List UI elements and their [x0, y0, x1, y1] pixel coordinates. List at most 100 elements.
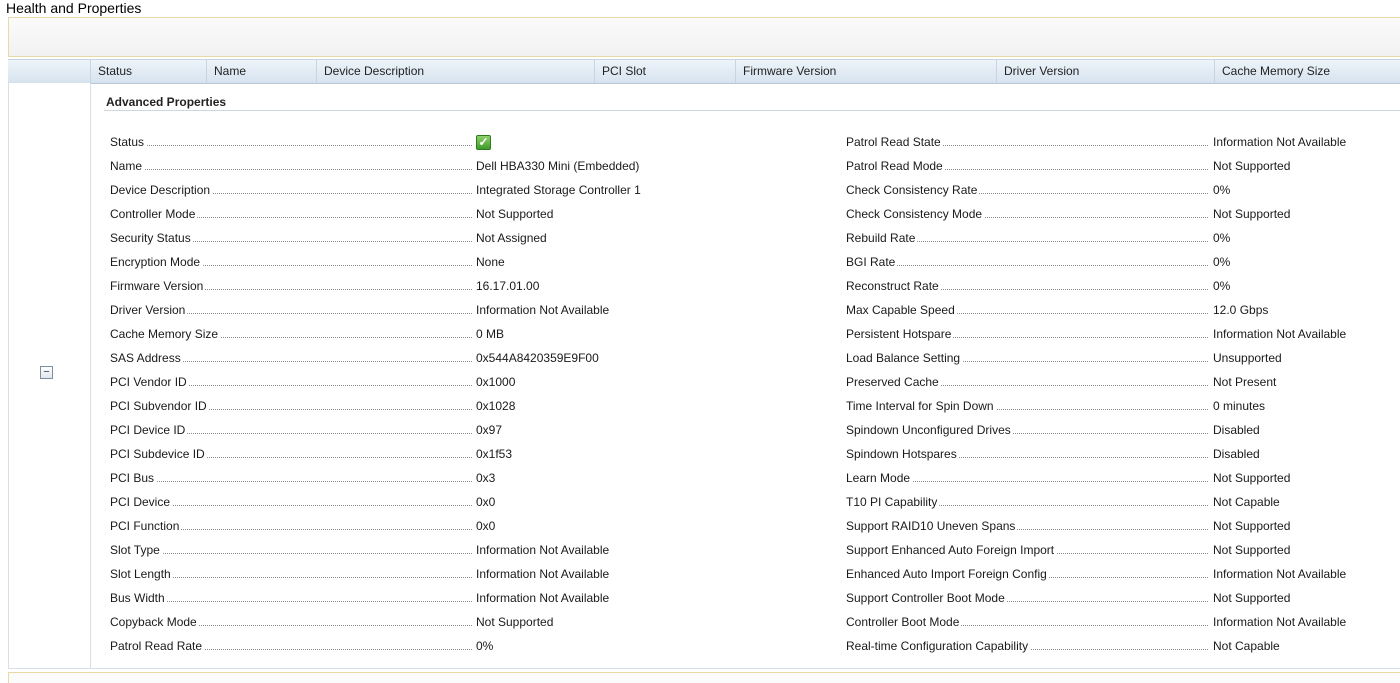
property-label: Check Consistency Mode	[846, 206, 985, 223]
property-value: 0x3	[476, 471, 496, 485]
property-value: 0x1f53	[476, 447, 513, 461]
property-label: PCI Device	[110, 494, 173, 511]
property-label: Max Capable Speed	[846, 302, 957, 319]
section-divider	[104, 110, 1400, 111]
property-label: Load Balance Setting	[846, 350, 963, 367]
property-label: Bus Width	[110, 590, 167, 607]
property-label: Patrol Read State	[846, 134, 943, 151]
property-label: Support RAID10 Uneven Spans	[846, 518, 1018, 535]
property-label: Slot Type	[110, 542, 162, 559]
next-row-box	[8, 672, 1400, 683]
property-label: Patrol Read Rate	[110, 638, 205, 655]
property-row: Reconstruct Rate 0%	[846, 278, 1400, 302]
property-value: Information Not Available	[1213, 327, 1347, 341]
property-row: Support Controller Boot Mode Not Supporte…	[846, 590, 1400, 614]
property-row: Time Interval for Spin Down 0 minutes	[846, 398, 1400, 422]
property-row: Controller Boot Mode Information Not Avai…	[846, 614, 1400, 638]
property-row: Slot Length Information Not Available	[110, 566, 810, 590]
property-row: Slot Type Information Not Available	[110, 542, 810, 566]
property-label: Name	[110, 158, 145, 175]
property-row: Real-time Configuration Capability Not Ca…	[846, 638, 1400, 662]
property-value: Dell HBA330 Mini (Embedded)	[476, 159, 640, 173]
property-row: SAS Address 0x544A8420359E9F00	[110, 350, 810, 374]
property-value: Information Not Available	[1213, 567, 1347, 581]
property-value: Information Not Available	[1213, 615, 1347, 629]
property-value: Not Supported	[1213, 207, 1291, 221]
property-value: 0%	[1213, 279, 1231, 293]
section-title: Advanced Properties	[106, 95, 227, 109]
property-row: Support Enhanced Auto Foreign Import Not …	[846, 542, 1400, 566]
property-value: Unsupported	[1213, 351, 1282, 365]
column-header-pci-slot[interactable]: PCI Slot	[594, 60, 735, 83]
property-row: Copyback Mode Not Supported	[110, 614, 810, 638]
property-value: Disabled	[1213, 447, 1260, 461]
property-row: Support RAID10 Uneven Spans Not Supported	[846, 518, 1400, 542]
status-ok-icon: ✓	[476, 135, 491, 150]
property-row: Status ✓	[110, 134, 810, 158]
property-row: PCI Vendor ID 0x1000	[110, 374, 810, 398]
property-label: Reconstruct Rate	[846, 278, 941, 295]
property-value: Not Supported	[1213, 591, 1291, 605]
property-value: None	[476, 255, 505, 269]
toolbar-box	[8, 17, 1400, 57]
column-header-firmware-version[interactable]: Firmware Version	[735, 60, 996, 83]
property-label: PCI Function	[110, 518, 182, 535]
property-value: Not Present	[1213, 375, 1277, 389]
property-value: Not Capable	[1213, 495, 1280, 509]
property-row: PCI Device 0x0	[110, 494, 810, 518]
page-title: Health and Properties	[6, 0, 142, 16]
property-value: Information Not Available	[476, 543, 610, 557]
property-row: Patrol Read Rate 0%	[110, 638, 810, 662]
property-label: Support Enhanced Auto Foreign Import	[846, 542, 1057, 559]
property-value: Information Not Available	[1213, 135, 1347, 149]
property-value: Not Supported	[1213, 159, 1291, 173]
leader-dots	[110, 169, 472, 170]
property-label: Encryption Mode	[110, 254, 203, 271]
property-row: PCI Bus 0x3	[110, 470, 810, 494]
property-label: Slot Length	[110, 566, 173, 583]
property-label: Support Controller Boot Mode	[846, 590, 1007, 607]
column-header-driver-version[interactable]: Driver Version	[996, 60, 1214, 83]
property-value: Not Capable	[1213, 639, 1280, 653]
property-value: Information Not Available	[476, 567, 610, 581]
property-row: Load Balance Setting Unsupported	[846, 350, 1400, 374]
property-label: Real-time Configuration Capability	[846, 638, 1031, 655]
property-row: Patrol Read State Information Not Availab…	[846, 134, 1400, 158]
column-header-device-description[interactable]: Device Description	[316, 60, 594, 83]
property-label: Security Status	[110, 230, 193, 247]
property-value: Information Not Available	[476, 591, 610, 605]
property-value: Integrated Storage Controller 1	[476, 183, 641, 197]
property-value: 0x1028	[476, 399, 516, 413]
property-row: Spindown Hotspares Disabled	[846, 446, 1400, 470]
table-header-row: Status Name Device Description PCI Slot …	[8, 59, 1400, 84]
property-value: 0%	[476, 639, 494, 653]
property-row: Firmware Version 16.17.01.00	[110, 278, 810, 302]
property-value: 0%	[1213, 255, 1231, 269]
property-value: 0x0	[476, 519, 496, 533]
property-value: Not Supported	[476, 615, 554, 629]
leader-dots	[110, 553, 472, 554]
property-label: Device Description	[110, 182, 213, 199]
property-label: Check Consistency Rate	[846, 182, 980, 199]
property-label: Learn Mode	[846, 470, 913, 487]
expander-column: −	[8, 83, 91, 668]
property-row: PCI Subvendor ID 0x1028	[110, 398, 810, 422]
property-row: Controller Mode Not Supported	[110, 206, 810, 230]
property-row: Persistent Hotspare Information Not Avail…	[846, 326, 1400, 350]
property-value: 0x97	[476, 423, 503, 437]
column-header-name[interactable]: Name	[206, 60, 316, 83]
property-label: Preserved Cache	[846, 374, 941, 391]
property-value: 16.17.01.00	[476, 279, 540, 293]
property-label: Cache Memory Size	[110, 326, 221, 343]
column-header-status[interactable]: Status	[90, 60, 206, 83]
property-value: 0%	[1213, 231, 1231, 245]
property-row: Cache Memory Size 0 MB	[110, 326, 810, 350]
leader-dots	[110, 145, 472, 146]
property-label: Driver Version	[110, 302, 188, 319]
property-row: Learn Mode Not Supported	[846, 470, 1400, 494]
property-label: Status	[110, 134, 147, 151]
column-header-cache-memory-size[interactable]: Cache Memory Size	[1214, 60, 1400, 83]
collapse-icon[interactable]: −	[40, 366, 53, 379]
property-label: Time Interval for Spin Down	[846, 398, 996, 415]
property-label: Enhanced Auto Import Foreign Config	[846, 566, 1049, 583]
